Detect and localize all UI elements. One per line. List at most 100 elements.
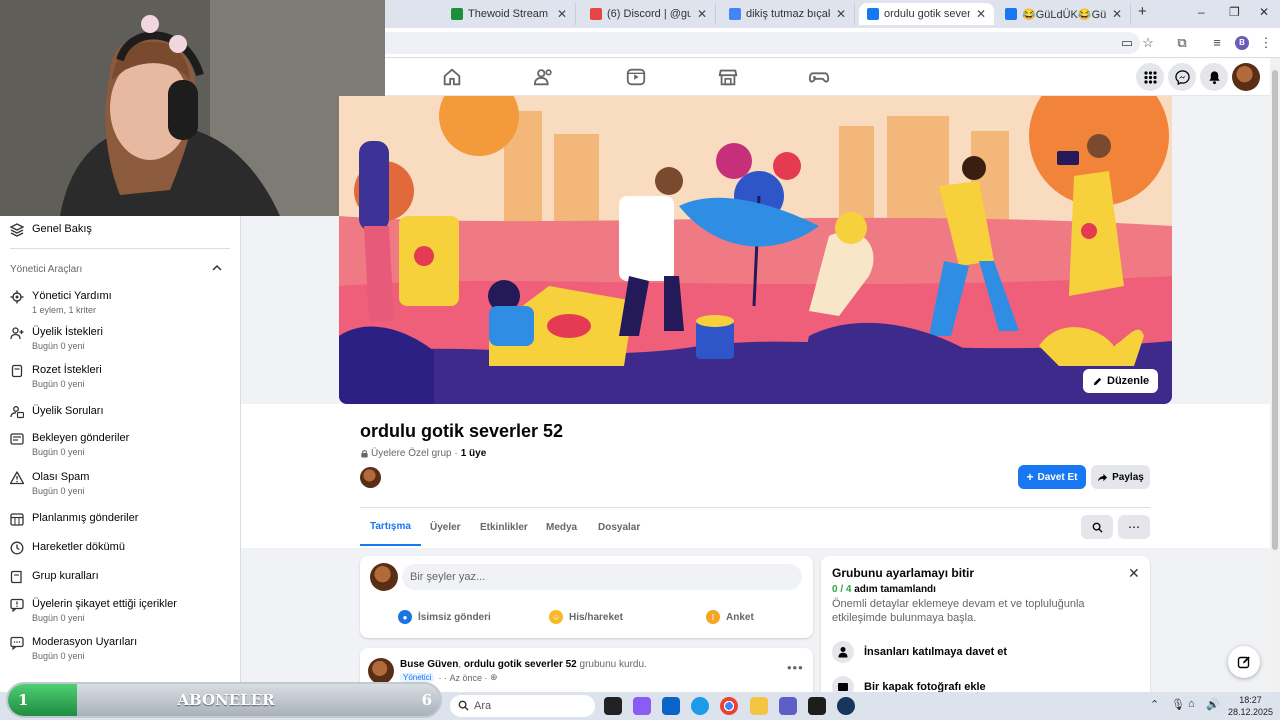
outlook-icon[interactable] [662,697,680,715]
marketplace-icon[interactable] [717,66,739,88]
account-avatar[interactable] [1232,63,1260,91]
composer-avatar[interactable] [370,563,398,591]
search-icon [458,700,469,711]
admin-badge: Yönetici [400,673,435,682]
tab-close-icon[interactable]: ✕ [836,7,846,21]
setup-description: Önemli detaylar eklemeye devam et ve top… [832,598,1085,624]
steam-icon[interactable] [837,697,855,715]
microphone-icon[interactable]: 🎙 [1171,698,1185,711]
terminal-icon[interactable] [808,697,826,715]
close-window-icon[interactable]: ✕ [1259,5,1269,19]
post-author[interactable]: Buse Güven [400,659,458,670]
search-button[interactable] [1081,515,1113,539]
anonymous-post-label: İsimsiz gönderi [418,611,491,623]
scrollbar-thumb[interactable] [1272,70,1278,550]
volume-icon[interactable]: 🔊 [1206,698,1220,711]
browser-tab[interactable]: Thewoid Stream - Watch ✕ [443,3,576,25]
poll-button[interactable]: ⁞ Anket [706,610,754,624]
tab-media[interactable]: Medya [546,508,577,546]
browser-tab[interactable]: dikiş tutmaz bıçak - Goog ✕ [721,3,855,25]
tab-discussion[interactable]: Tartışma [360,508,421,546]
new-message-button[interactable] [1228,646,1260,678]
task-view-icon[interactable] [604,697,622,715]
edit-cover-button[interactable]: Düzenle [1083,369,1159,393]
taskbar-clock[interactable]: 18:27 28.12.2025 [1228,694,1273,718]
sidebar-item-label: Rozet İstekleri [32,364,102,376]
meta-separator: · [451,448,458,459]
sidebar-item-group-rules[interactable]: Grup kuralları [10,569,99,584]
file-explorer-icon[interactable] [750,697,768,715]
setup-progress-count: 0 / 4 [832,584,852,595]
teams-icon[interactable] [779,697,797,715]
composer-input[interactable]: Bir şeyler yaz... [402,564,802,590]
sidebar-item-badge-requests[interactable]: Rozet İstekleri Bugün 0 yeni [10,363,102,390]
menu-kebab-icon[interactable]: ⋮ [1259,36,1273,50]
setup-step-invite[interactable]: İnsanları katılmaya davet et [832,641,1007,663]
sidebar-item-admin-assist[interactable]: Yönetici Yardımı 1 eylem, 1 kriter [10,289,112,316]
notifications-bell-icon[interactable] [1200,63,1228,91]
post-author-avatar[interactable] [368,658,394,684]
share-button[interactable]: Paylaş [1091,465,1150,489]
member-count[interactable]: 1 üye [461,448,487,459]
member-avatar[interactable] [360,467,381,488]
taskbar-search[interactable]: Ara [450,695,595,717]
chrome-icon[interactable] [720,697,738,715]
sidebar-item-scheduled-posts[interactable]: Planlanmış gönderiler [10,511,138,526]
sidebar-item-sub: Bugün 0 yeni [32,651,85,661]
post-more-icon[interactable]: ••• [787,660,804,675]
new-tab-button[interactable]: + [1138,3,1147,20]
post-group-link[interactable]: ordulu gotik severler 52 [464,659,577,670]
subscriber-goal-bar: ABONELER 1 6 [6,682,442,718]
browser-tab[interactable]: 😂GüLdÜK😂GüLdÜrDü ✕ [997,3,1131,25]
calendar-icon [10,513,24,526]
group-cover-photo[interactable] [339,96,1172,404]
menu-grid-icon[interactable] [1136,63,1164,91]
group-privacy-label[interactable]: Üyelere Özel grup [371,448,452,459]
minimize-icon[interactable]: – [1198,5,1205,19]
profile-avatar[interactable]: B [1235,36,1249,50]
invite-button[interactable]: + Davet Et [1018,465,1086,489]
tab-title: dikiş tutmaz bıçak - Goog [746,8,830,20]
chevron-up-icon[interactable] [212,263,222,273]
edge-icon[interactable] [691,697,709,715]
extensions-icon[interactable]: ⧉ [1175,36,1189,50]
feeling-activity-button[interactable]: ☺ His/hareket [549,610,623,624]
sidebar-item-membership-requests[interactable]: Üyelik İstekleri Bugün 0 yeni [10,325,103,352]
sidebar-item-membership-questions[interactable]: Üyelik Soruları [10,404,104,419]
rules-icon [10,570,22,584]
tab-members[interactable]: Üyeler [430,508,461,546]
gaming-icon[interactable] [808,66,830,88]
bookmark-star-icon[interactable]: ☆ [1141,36,1155,50]
sidebar-item-reported-content[interactable]: Üyelerin şikayet ettiği içerikler Bugün 0… [10,597,177,624]
sidebar-item-possible-spam[interactable]: Olası Spam Bugün 0 yeni [10,470,89,497]
sidebar-item-pending-posts[interactable]: Bekleyen gönderiler Bugün 0 yeni [10,431,129,458]
tab-close-icon[interactable]: ✕ [557,7,567,21]
copilot-icon[interactable] [633,697,651,715]
more-options-button[interactable]: ⋯ [1118,515,1150,539]
tab-close-icon[interactable]: ✕ [976,7,986,21]
tab-files[interactable]: Dosyalar [598,508,640,546]
tray-chevron-icon[interactable]: ⌃ [1150,698,1159,711]
sidebar-item-moderation-alerts[interactable]: Moderasyon Uyarıları Bugün 0 yeni [10,635,137,662]
tab-close-icon[interactable]: ✕ [697,7,707,21]
sidebar-item-overview[interactable]: Genel Bakış [10,222,92,237]
tab-events[interactable]: Etkinlikler [480,508,528,546]
post-time[interactable]: Az önce [449,673,482,683]
browser-tab-active[interactable]: ordulu gotik severler 52 ✕ [859,3,994,25]
close-icon[interactable]: ✕ [1128,565,1140,582]
sidebar-item-label: Planlanmış gönderiler [32,512,139,524]
reading-list-icon[interactable]: ≡ [1210,36,1224,50]
home-icon[interactable] [441,66,463,88]
sidebar-item-activity-log[interactable]: Hareketler dökümü [10,540,125,555]
cast-icon[interactable]: ▭ [1120,36,1134,50]
browser-tab[interactable]: (6) Discord | @gumburtu ✕ [582,3,716,25]
network-icon[interactable]: ⌂ [1188,698,1195,710]
anonymous-post-button[interactable]: ● İsimsiz gönderi [398,610,491,624]
page-scrollbar[interactable] [1270,58,1280,692]
friends-icon[interactable] [533,66,555,88]
tab-close-icon[interactable]: ✕ [1112,7,1122,21]
sidebar-item-sub: Bugün 0 yeni [32,379,85,389]
restore-icon[interactable]: ❐ [1229,5,1240,19]
messenger-icon[interactable] [1168,63,1196,91]
video-icon[interactable] [625,66,647,88]
